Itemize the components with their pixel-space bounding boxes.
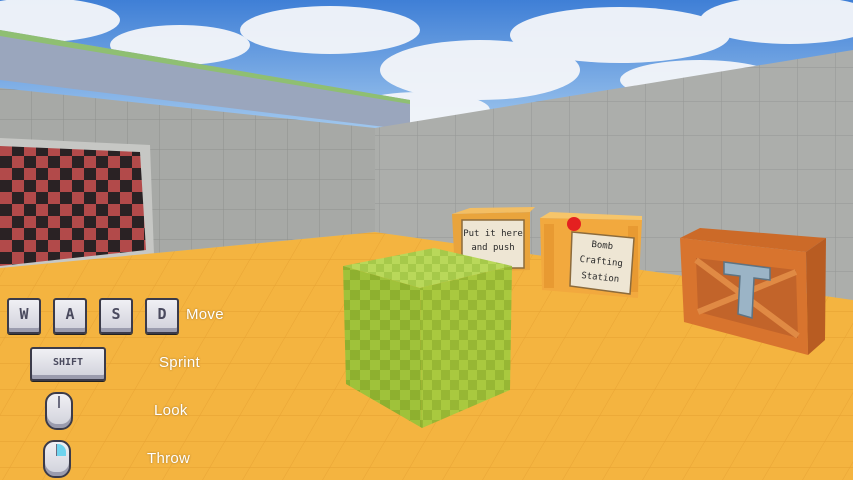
- crate-sign-text: Put it here: [463, 229, 523, 239]
- bomb-crafting-station[interactable]: Bomb Crafting Station: [540, 212, 642, 298]
- svg-text:and push: and push: [471, 243, 514, 253]
- red-pin-icon: [567, 217, 581, 231]
- checker-board: [0, 146, 146, 266]
- game-viewport[interactable]: Put it here and push Bomb Crafting Stati…: [0, 0, 853, 480]
